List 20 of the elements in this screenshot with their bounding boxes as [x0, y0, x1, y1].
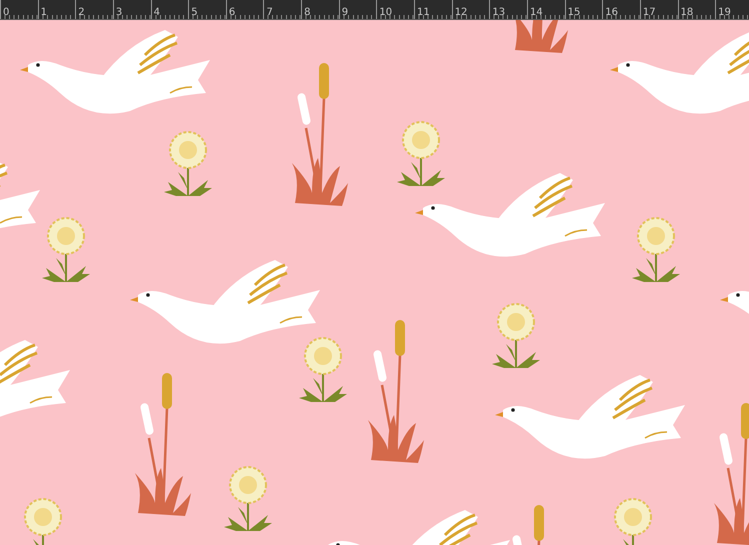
ruler-label: 17 [642, 6, 656, 20]
ruler-label: 19 [717, 6, 731, 20]
ruler-label: 13 [491, 6, 506, 20]
ruler-label: 18 [680, 6, 694, 20]
ruler-label: 0 [2, 6, 10, 20]
ruler-label: 3 [114, 6, 122, 20]
ruler-label: 5 [190, 6, 198, 20]
ruler-label: 1 [40, 6, 48, 20]
ruler-label: 12 [454, 6, 468, 20]
ruler-label: 16 [604, 6, 618, 20]
ruler-label: 6 [228, 6, 236, 20]
ruler-label: 10 [378, 6, 392, 20]
ruler-label: 9 [340, 6, 348, 20]
ruler-label: 15 [566, 6, 580, 20]
ruler-label: 11 [416, 6, 430, 20]
ruler-label: 2 [77, 6, 85, 20]
ruler-label: 7 [265, 6, 273, 20]
ruler-label: 14 [528, 6, 543, 20]
ruler-label: 4 [152, 6, 160, 20]
ruler-label: 8 [303, 6, 310, 20]
